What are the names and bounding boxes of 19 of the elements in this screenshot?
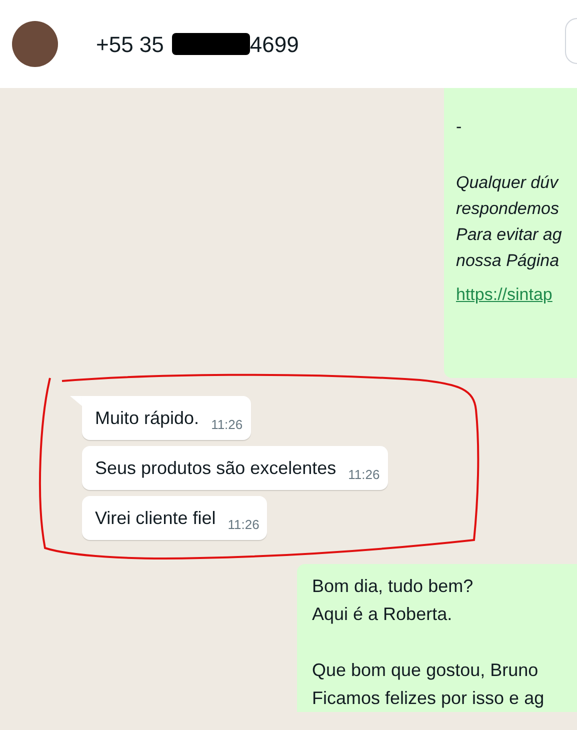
message-text: Muito rápido. bbox=[95, 407, 200, 430]
message-text: Aqui é a Roberta. bbox=[312, 603, 454, 626]
message-time: 11:26 bbox=[348, 466, 380, 484]
message-text: - bbox=[456, 116, 463, 138]
message-text: Que bom que gostou, Bruno bbox=[312, 659, 540, 682]
message-text: Qualquer dúv bbox=[456, 172, 560, 194]
message-time: 11:26 bbox=[211, 416, 243, 434]
avatar[interactable] bbox=[12, 21, 58, 67]
message-text: Virei cliente fiel bbox=[95, 507, 216, 530]
phone-number-start: +55 35 bbox=[96, 30, 164, 58]
message-text: Bom dia, tudo bem? bbox=[312, 575, 474, 598]
message-text: nossa Página bbox=[456, 250, 560, 272]
message-text: Seus produtos são excelentes bbox=[95, 457, 336, 480]
message-time: 11:26 bbox=[228, 516, 260, 534]
message-text: Para evitar ag bbox=[456, 224, 563, 246]
message-text: respondemos bbox=[456, 198, 560, 220]
phone-number-end: 4699 bbox=[250, 30, 299, 58]
message-link[interactable]: https://sintap bbox=[456, 282, 577, 308]
message-text: Ficamos felizes por isso e ag bbox=[312, 687, 546, 710]
